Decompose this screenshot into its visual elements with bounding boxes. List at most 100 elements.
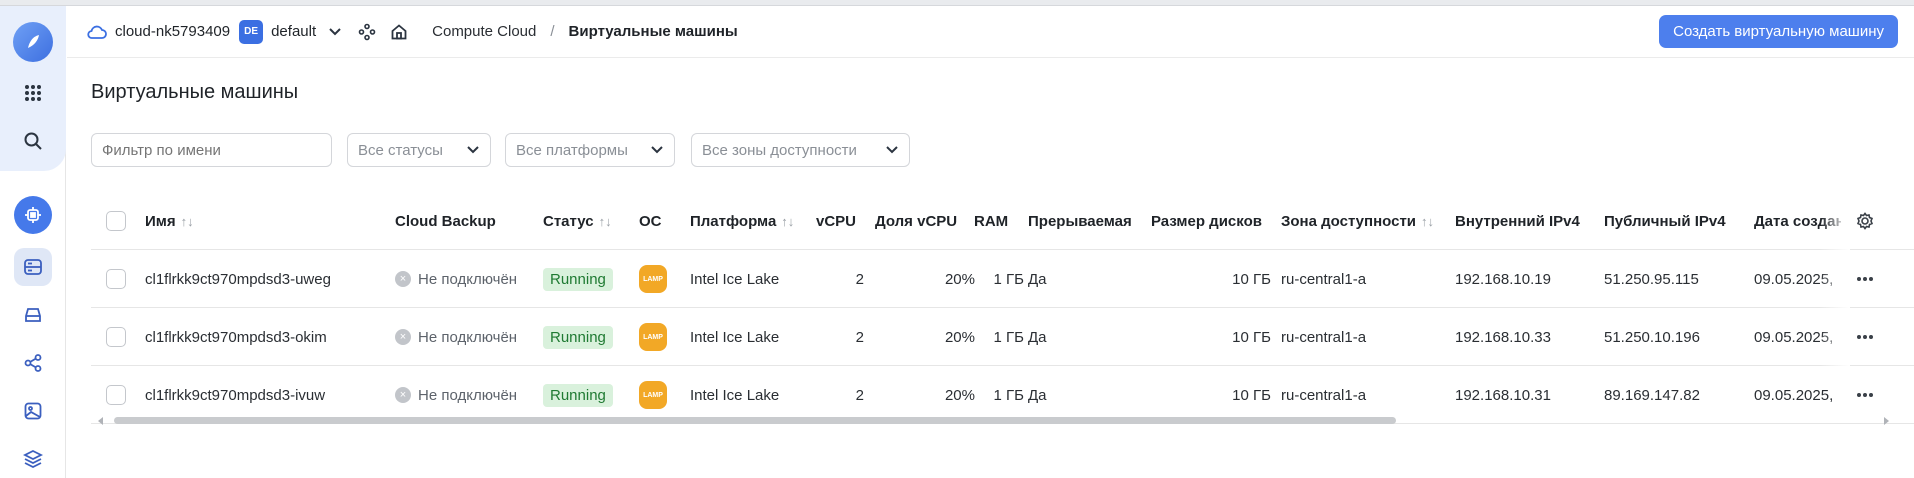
horizontal-scrollbar[interactable]	[96, 415, 1891, 425]
col-vcpu-share: Доля vCPU	[875, 212, 958, 230]
page-title: Виртуальные машины	[91, 81, 299, 103]
vcpu-value: 2	[855, 270, 864, 288]
row-checkbox[interactable]	[106, 269, 126, 289]
cloud-name: cloud-nk5793409	[115, 23, 231, 40]
column-settings-gear-icon[interactable]	[1856, 192, 1880, 250]
scroll-left-arrow-icon[interactable]	[96, 416, 104, 426]
folder-name: default	[271, 23, 317, 40]
breadcrumb-separator: /	[550, 23, 555, 40]
chevron-down-icon	[467, 146, 479, 154]
col-name[interactable]: Имя ↑↓	[145, 192, 345, 250]
row-actions-more-icon[interactable]	[1856, 250, 1880, 308]
col-platform[interactable]: Платформа ↑↓	[690, 192, 800, 250]
lamp-os-icon: LAMP	[639, 265, 667, 293]
row-checkbox[interactable]	[106, 385, 126, 405]
col-status[interactable]: Статус ↑↓	[543, 192, 623, 250]
top-header: cloud-nk5793409 DE default Compute Cloud…	[67, 6, 1914, 58]
ram-value: 1 ГБ	[993, 328, 1024, 346]
backup-status-text: Не подключён	[418, 270, 518, 288]
backup-status: × Не подключён	[395, 308, 535, 366]
instance-groups-nav-icon[interactable]	[14, 344, 52, 382]
col-zone[interactable]: Зона доступности ↑↓	[1281, 192, 1451, 250]
backup-status-text: Не подключён	[418, 328, 518, 346]
row-actions-more-icon[interactable]	[1856, 308, 1880, 366]
sort-icon: ↑↓	[598, 213, 612, 229]
create-vm-button[interactable]: Создать виртуальную машину	[1659, 15, 1898, 48]
row-checkbox[interactable]	[106, 327, 126, 347]
vcpu-share-value: 20%	[944, 328, 975, 346]
snapshots-nav-icon[interactable]	[14, 440, 52, 478]
search-icon[interactable]	[14, 122, 52, 160]
folder-selector[interactable]: DE default	[239, 19, 342, 44]
table-row[interactable]: cl1flrkk9ct970mpdsd3-okim × Не подключён …	[91, 308, 1914, 366]
services-grid-icon[interactable]	[14, 74, 52, 112]
cloud-selector[interactable]: cloud-nk5793409	[87, 23, 230, 40]
chevron-down-icon	[886, 146, 898, 154]
backup-status: × Не подключён	[395, 250, 535, 308]
col-disk-size: Размер дисков	[1151, 212, 1262, 230]
scroll-right-arrow-icon[interactable]	[1883, 416, 1891, 426]
home-icon[interactable]	[390, 23, 408, 41]
vcpu-share-value: 20%	[944, 270, 975, 288]
table-header-row: Имя ↑↓ Cloud Backup Статус ↑↓ ОС Платформа…	[91, 192, 1914, 250]
col-preemptible: Прерываемая	[1028, 212, 1132, 230]
preemptible-value: Да	[1028, 270, 1047, 288]
name-filter-input[interactable]	[91, 133, 332, 167]
vm-name-link[interactable]: cl1flrkk9ct970mpdsd3-uweg	[145, 250, 385, 308]
public-ip-value: 51.250.10.196	[1604, 328, 1700, 346]
col-public-ip: Публичный IPv4	[1604, 212, 1726, 230]
zone-filter-value: Все зоны доступности	[702, 141, 857, 159]
platform-filter-value: Все платформы	[516, 141, 628, 159]
platform-value: Intel Ice Lake	[690, 270, 780, 288]
virtual-machines-nav-icon[interactable]	[14, 248, 52, 286]
internal-ip-value: 192.168.10.33	[1455, 328, 1551, 346]
ram-value: 1 ГБ	[993, 270, 1024, 288]
folder-badge: DE	[239, 19, 264, 44]
sort-icon: ↑↓	[1421, 213, 1435, 229]
status-badge: Running	[543, 325, 613, 349]
sort-icon: ↑↓	[781, 213, 795, 229]
table-row[interactable]: cl1flrkk9ct970mpdsd3-uweg × Не подключён …	[91, 250, 1914, 308]
status-filter-select[interactable]: Все статусы	[347, 133, 491, 167]
select-all-checkbox[interactable]	[106, 211, 126, 231]
not-connected-icon: ×	[395, 387, 411, 403]
lamp-os-icon: LAMP	[639, 381, 667, 409]
not-connected-icon: ×	[395, 271, 411, 287]
disk-size-value: 10 ГБ	[1232, 270, 1271, 288]
images-nav-icon[interactable]	[14, 392, 52, 430]
resource-map-icon[interactable]	[358, 23, 376, 41]
platform-value: Intel Ice Lake	[690, 328, 780, 346]
backup-status-text: Не подключён	[418, 386, 518, 404]
scrollbar-thumb[interactable]	[114, 417, 1396, 424]
preemptible-value: Да	[1028, 328, 1047, 346]
breadcrumb-current: Виртуальные машины	[568, 23, 738, 40]
disks-nav-icon[interactable]	[14, 296, 52, 334]
col-backup: Cloud Backup	[395, 212, 496, 230]
vm-name-link[interactable]: cl1flrkk9ct970mpdsd3-okim	[145, 308, 385, 366]
col-os: ОС	[639, 212, 662, 230]
breadcrumb-service[interactable]: Compute Cloud	[432, 23, 536, 40]
public-ip-value: 51.250.95.115	[1604, 270, 1699, 288]
col-vcpu: vCPU	[816, 212, 857, 230]
chevron-down-icon	[329, 27, 341, 35]
cloud-logo-icon[interactable]	[13, 22, 53, 62]
sort-icon: ↑↓	[180, 213, 194, 229]
table-right-fade	[1820, 192, 1850, 387]
internal-ip-value: 192.168.10.19	[1455, 270, 1551, 288]
zone-value: ru-central1-a	[1281, 328, 1367, 346]
status-badge: Running	[543, 267, 613, 291]
chevron-down-icon	[651, 146, 663, 154]
col-internal-ip: Внутренний IPv4	[1455, 212, 1580, 230]
compute-cloud-service-icon[interactable]	[14, 196, 52, 234]
vcpu-value: 2	[855, 328, 864, 346]
cloud-icon	[87, 25, 107, 39]
lamp-os-icon: LAMP	[639, 323, 667, 351]
zone-value: ru-central1-a	[1281, 270, 1367, 288]
disk-size-value: 10 ГБ	[1232, 328, 1271, 346]
not-connected-icon: ×	[395, 329, 411, 345]
col-ram: RAM	[974, 212, 1009, 230]
platform-filter-select[interactable]: Все платформы	[505, 133, 675, 167]
status-filter-value: Все статусы	[358, 141, 443, 159]
left-sidebar	[0, 6, 66, 478]
zone-filter-select[interactable]: Все зоны доступности	[691, 133, 910, 167]
